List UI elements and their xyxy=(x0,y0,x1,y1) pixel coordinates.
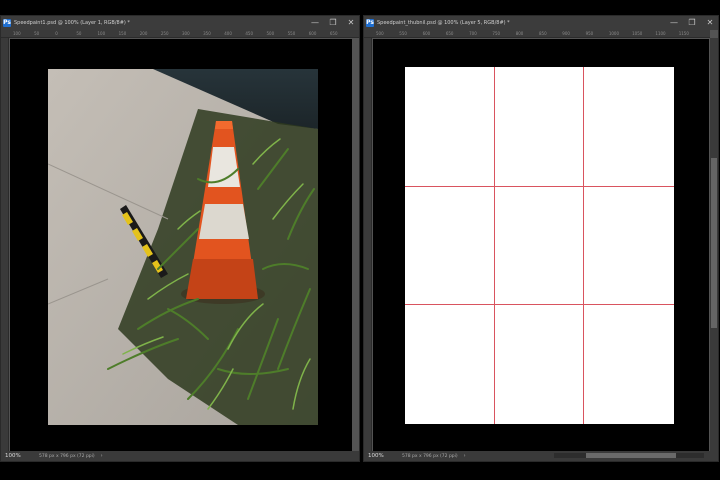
ruler-tick-label: 550 xyxy=(399,31,407,36)
horizontal-guide[interactable] xyxy=(405,304,674,305)
ruler-tick-label: 100 xyxy=(97,31,106,36)
ruler-tick-label: 1150 xyxy=(678,31,689,36)
ruler-tick-label: 1000 xyxy=(608,31,620,36)
ruler-tick-label: 400 xyxy=(224,31,232,36)
horizontal-scrollbar[interactable] xyxy=(554,453,704,458)
ruler-tick-label: 650 xyxy=(329,31,338,36)
ruler-tick-label: 600 xyxy=(308,31,317,36)
ruler-tick-label: 50 xyxy=(34,31,40,36)
horizontal-ruler: 100 50 0 50 100 150 200 250 300 350 400 450 500 550 60… xyxy=(1,30,359,38)
ruler-tick-label: 950 xyxy=(585,31,594,36)
ruler-tick-label: 150 xyxy=(118,31,127,36)
restore-button[interactable]: ❐ xyxy=(329,17,337,28)
ruler-tick-label: 350 xyxy=(203,31,211,36)
restore-button[interactable]: ❐ xyxy=(688,17,696,28)
photoshop-file-icon: Ps xyxy=(3,19,11,27)
ruler-tick-label: 200 xyxy=(139,31,148,36)
ruler-tick-label: 450 xyxy=(245,31,254,36)
status-bar: 100% 578 px x 796 px (72 ppi) › xyxy=(1,451,359,461)
document-tab-left[interactable]: Ps Speedpaint1.psd @ 100% (Layer 1, RGB/… xyxy=(1,16,359,30)
zoom-level[interactable]: 100% xyxy=(368,453,396,459)
document-tab-right[interactable]: Ps Speedpaint_thubnil.psd @ 100% (Layer … xyxy=(364,16,718,30)
ruler-tick-label: 650 xyxy=(445,31,454,36)
ruler-tick-label: 1050 xyxy=(632,31,643,36)
ruler-tick-label: 550 xyxy=(287,31,296,36)
status-menu-arrow[interactable]: › xyxy=(101,453,103,459)
ruler-tick-label: 100 xyxy=(13,31,21,36)
ruler-tick-label: 600 xyxy=(422,31,431,36)
ruler-tick-label: 250 xyxy=(160,31,169,36)
ruler-tick-label: 750 xyxy=(492,31,501,36)
horizontal-guide[interactable] xyxy=(405,186,674,187)
ruler-tick-label: 700 xyxy=(469,31,477,36)
document-info: 578 px x 796 px (72 ppi) xyxy=(39,453,95,459)
horizontal-ruler: 500 550 600 650 700 750 800 850 900 950 1000 1050 11… xyxy=(364,30,710,38)
vertical-guide[interactable] xyxy=(494,67,495,424)
ruler-tick-label: 300 xyxy=(182,31,190,36)
ruler-tick-label: 850 xyxy=(539,31,547,36)
horizontal-scroll-thumb[interactable] xyxy=(586,453,676,458)
ruler-tick-label: 900 xyxy=(562,31,570,36)
minimize-button[interactable]: — xyxy=(670,17,678,28)
ruler-tick-label: 500 xyxy=(376,31,384,36)
vertical-ruler xyxy=(364,38,372,451)
vertical-ruler xyxy=(1,38,9,451)
close-button[interactable]: ✕ xyxy=(706,17,714,28)
vertical-guide[interactable] xyxy=(583,67,584,424)
document-title: Speedpaint_thubnil.psd @ 100% (Layer 5, … xyxy=(377,20,510,26)
ruler-tick-label: 800 xyxy=(515,31,524,36)
minimize-button[interactable]: — xyxy=(311,17,319,28)
document-title: Speedpaint1.psd @ 100% (Layer 1, RGB/8#)… xyxy=(14,20,130,26)
document-info: 578 px x 796 px (72 ppi) xyxy=(402,453,458,459)
cone-photo xyxy=(48,69,318,425)
ruler-tick-label: 1100 xyxy=(655,31,666,36)
status-bar: 100% 578 px x 796 px (72 ppi) › xyxy=(364,451,718,461)
zoom-level[interactable]: 100% xyxy=(5,453,33,459)
status-menu-arrow[interactable]: › xyxy=(464,453,466,459)
ruler-tick-label: 50 xyxy=(76,31,82,36)
blank-thumbnail-canvas[interactable] xyxy=(405,67,674,424)
ruler-tick-label: 500 xyxy=(266,31,275,36)
close-button[interactable]: ✕ xyxy=(347,17,355,28)
ruler-tick-label: 0 xyxy=(55,31,58,36)
photoshop-file-icon: Ps xyxy=(366,19,374,27)
vertical-scrollbar[interactable] xyxy=(710,38,718,451)
vertical-scroll-thumb[interactable] xyxy=(711,158,717,328)
